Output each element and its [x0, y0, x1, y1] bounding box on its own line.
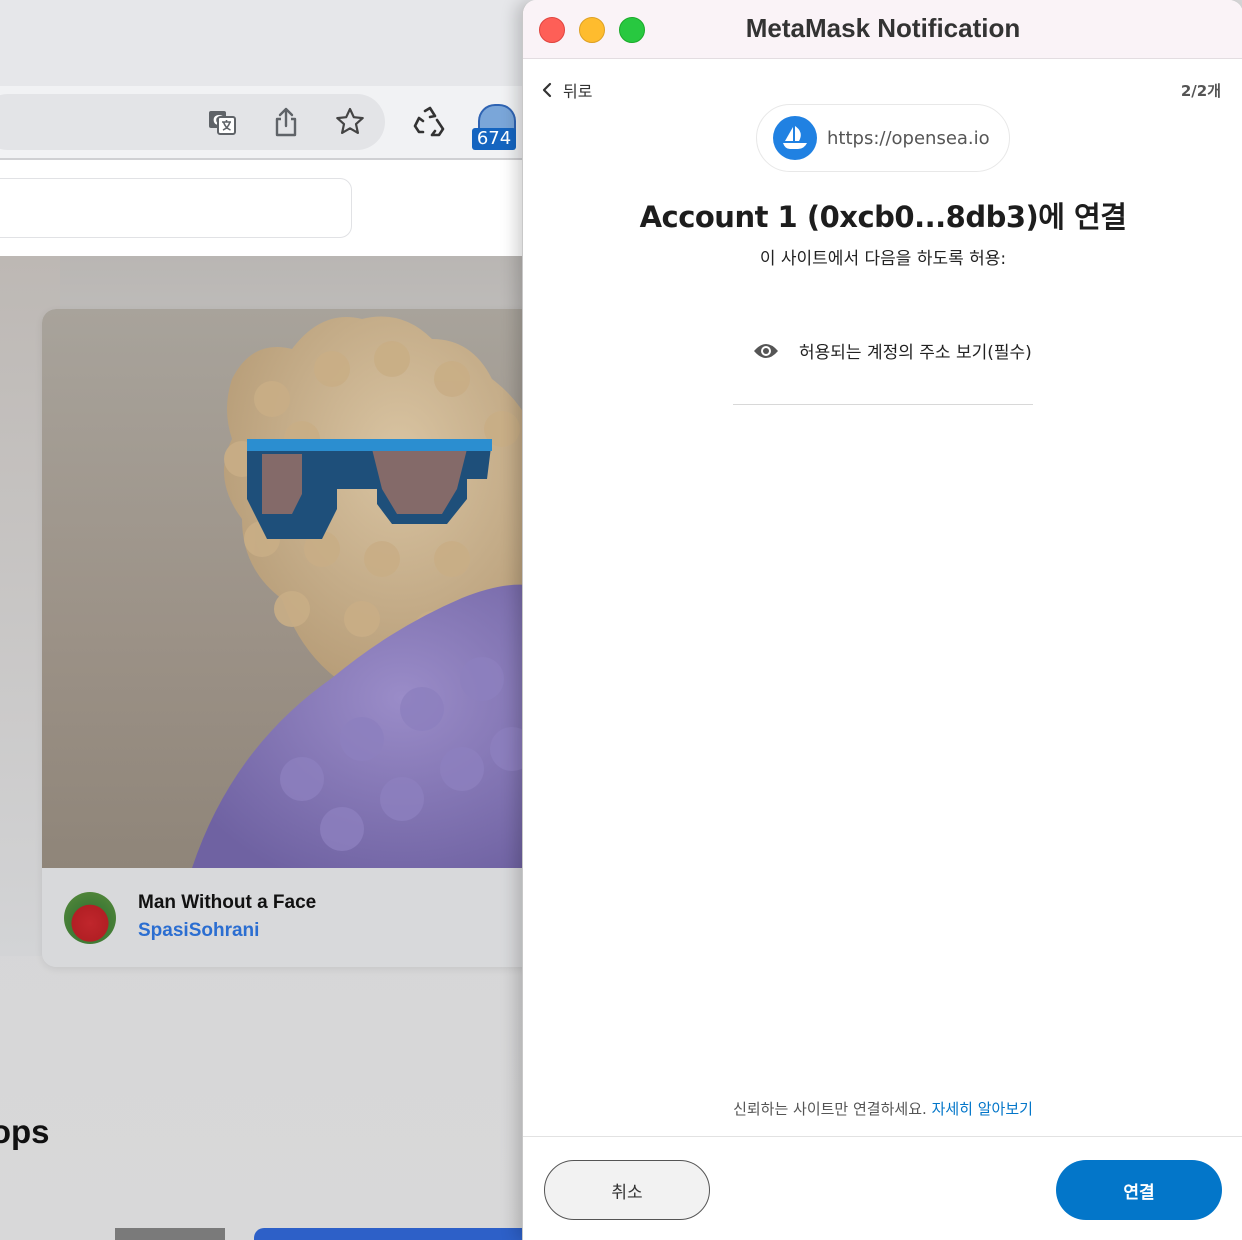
opensea-logo-icon	[773, 116, 817, 160]
browser-window: G 674	[0, 0, 544, 1240]
translate-icon[interactable]: G	[202, 102, 242, 142]
site-origin-url: https://opensea.io	[827, 127, 990, 149]
nft-card[interactable]: Man Without a Face SpasiSohrani	[42, 309, 542, 967]
drop-thumbnail[interactable]	[115, 1228, 225, 1240]
back-button[interactable]: 뒤로	[541, 78, 592, 102]
trust-note-text: 신뢰하는 사이트만 연결하세요.	[733, 1100, 927, 1118]
trust-note: 신뢰하는 사이트만 연결하세요. 자세히 알아보기	[523, 1098, 1242, 1119]
connect-heading: Account 1 (0xcb0...8db3)에 연결	[639, 200, 1127, 234]
recycle-extension-icon[interactable]	[410, 102, 450, 142]
nft-creator-link[interactable]: SpasiSohrani	[138, 920, 259, 942]
nft-image[interactable]	[42, 309, 542, 868]
connect-button[interactable]: 연결	[1056, 1160, 1222, 1220]
site-origin-pill: https://opensea.io	[756, 104, 1010, 172]
address-bar[interactable]	[0, 94, 385, 150]
browser-tab-strip	[0, 0, 540, 86]
drop-thumbnail[interactable]	[254, 1228, 544, 1240]
page-count: 2/2개	[1180, 82, 1221, 100]
metamask-notification-window: MetaMask Notification 뒤로 2/2개 https://op…	[522, 0, 1242, 1240]
permission-text: 허용되는 계정의 주소 보기(필수)	[799, 343, 1032, 363]
permission-divider	[733, 404, 1033, 405]
creator-avatar[interactable]	[64, 892, 116, 944]
share-icon[interactable]	[266, 102, 306, 142]
nft-title[interactable]: Man Without a Face	[138, 892, 316, 914]
nft-info: Man Without a Face SpasiSohrani	[42, 868, 542, 967]
chevron-left-icon	[542, 82, 552, 98]
eye-icon	[754, 343, 778, 358]
site-search-input[interactable]	[0, 178, 352, 238]
window-title: MetaMask Notification	[745, 13, 1021, 43]
permission-item: 허용되는 계정의 주소 보기(필수)	[753, 338, 1053, 363]
footer-divider	[523, 1136, 1242, 1137]
learn-more-link[interactable]: 자세히 알아보기	[932, 1100, 1033, 1118]
cancel-button[interactable]: 취소	[544, 1160, 710, 1220]
back-label: 뒤로	[563, 82, 593, 101]
connect-subheading: 이 사이트에서 다음을 하도록 허용:	[759, 249, 1007, 269]
window-titlebar[interactable]: MetaMask Notification	[523, 0, 1242, 59]
extension-badge: 674	[472, 128, 516, 150]
bookmark-star-icon[interactable]	[330, 102, 370, 142]
drops-heading: rops	[0, 1113, 50, 1150]
